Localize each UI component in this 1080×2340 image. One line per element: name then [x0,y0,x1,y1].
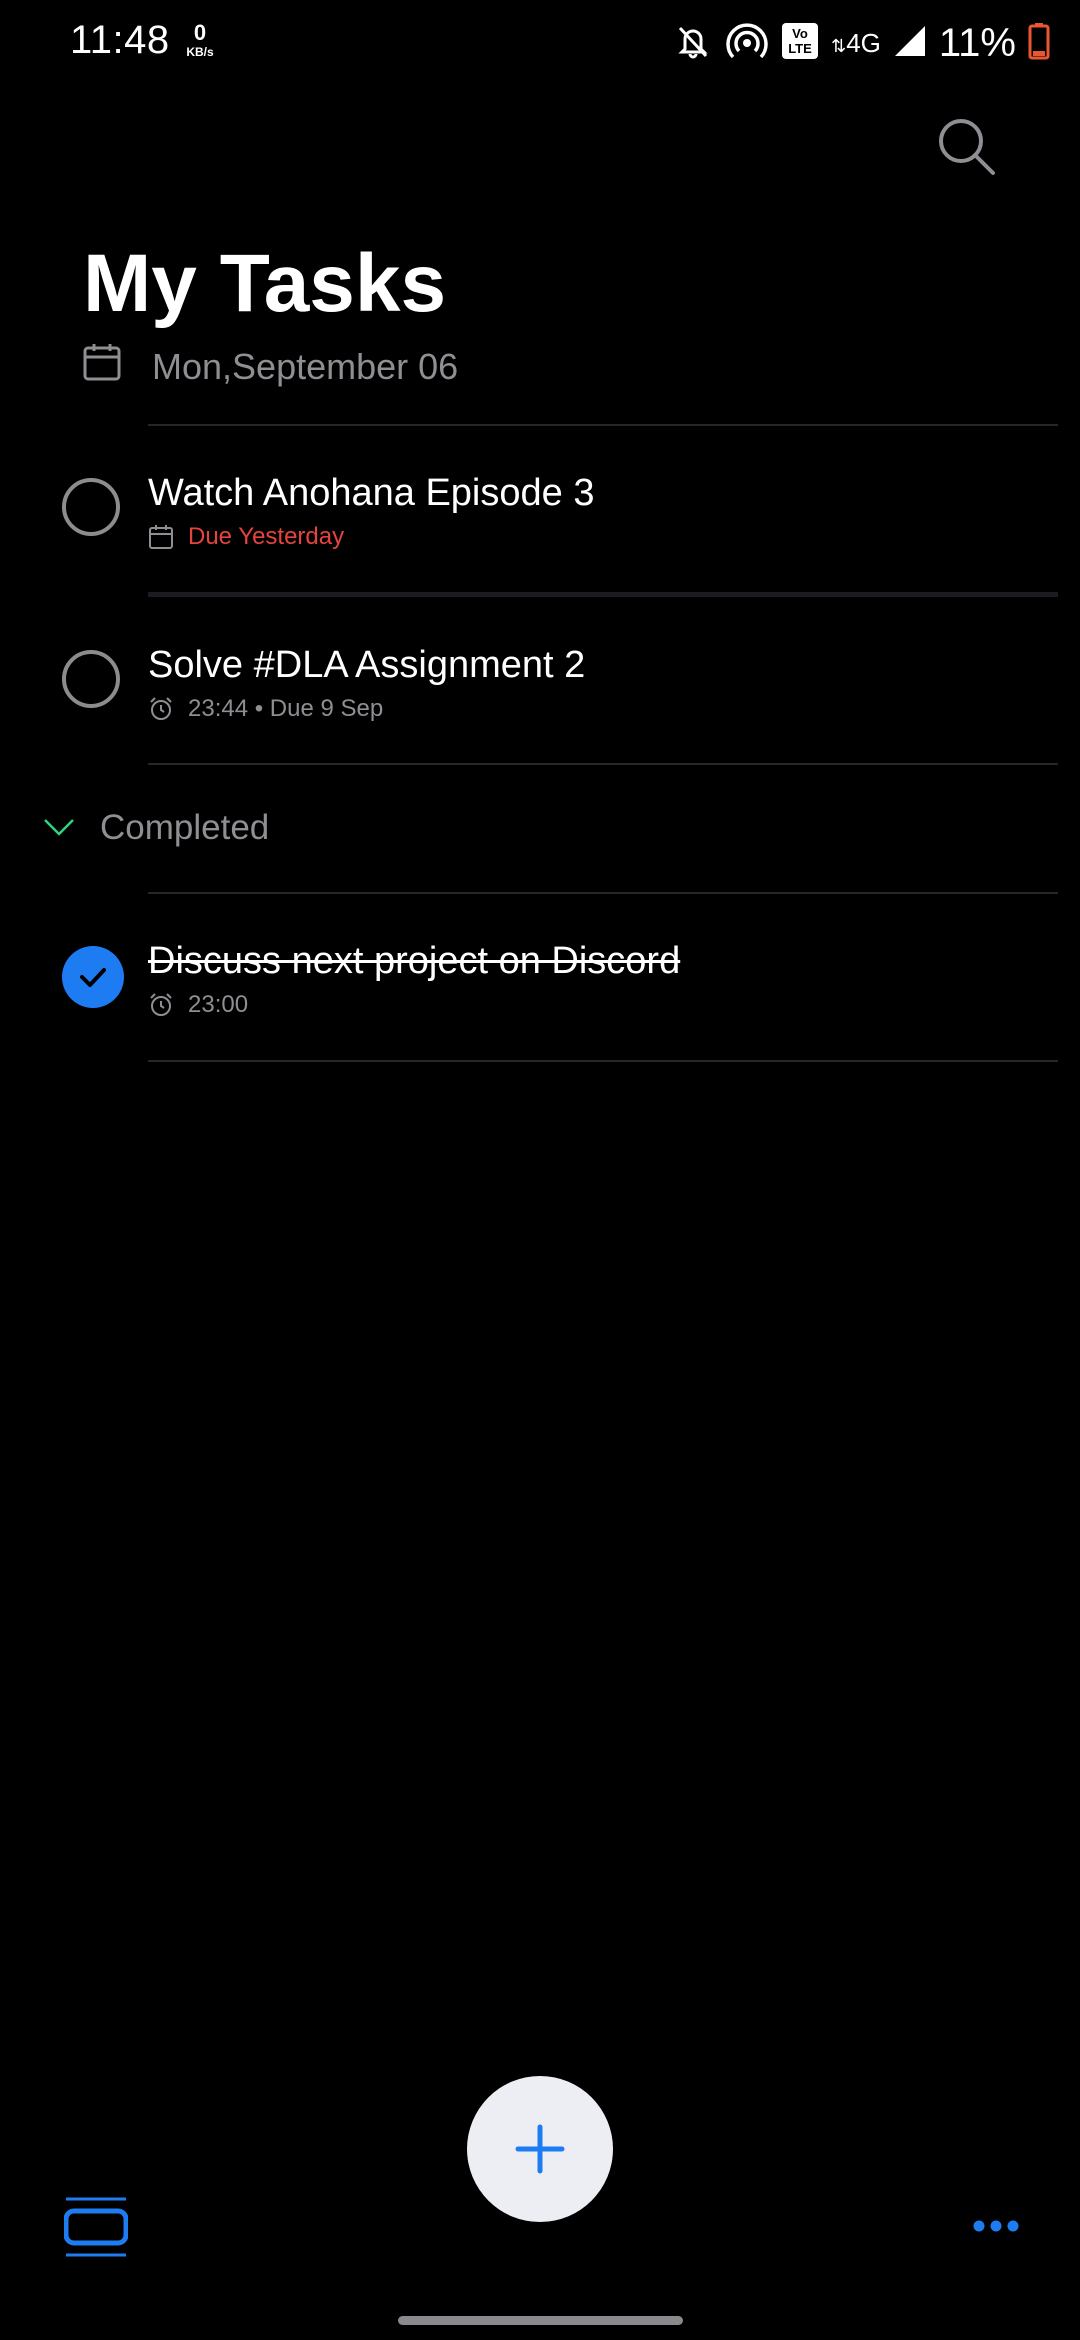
task-lists-button[interactable] [63,2196,129,2263]
network-type: ⇅4G [831,27,881,58]
status-bar: 11:48 0 KB/s Vo LTE ⇅4G 11% [0,0,1080,90]
svg-text:LTE: LTE [788,41,812,56]
checkmark-icon [80,968,106,987]
search-icon [939,119,995,175]
add-task-button[interactable] [467,2076,613,2222]
network-speed-value: 0 [193,20,207,45]
home-indicator[interactable] [398,2316,683,2325]
task-checkbox[interactable] [62,650,120,708]
hotspot-icon [725,21,769,66]
divider [148,592,1058,597]
battery-percent: 11% [938,20,1016,65]
status-time: 11:48 [70,18,170,62]
search-button[interactable] [930,110,1002,182]
battery-icon [1028,22,1050,65]
task-title: Watch Anohana Episode 3 [148,472,595,514]
completed-section-label: Completed [100,808,270,847]
chevron-down-icon [42,810,76,849]
plus-icon [515,2124,565,2174]
completed-task-item[interactable]: Discuss next project on Discord 23:00 [0,894,1080,1062]
task-due-info: 23:00 [148,988,248,1022]
task-due-info: 23:44 • Due 9 Sep [148,692,383,726]
task-item[interactable]: Watch Anohana Episode 3 Due Yesterday [0,428,1080,596]
task-due-info: Due Yesterday [148,520,344,554]
page-title: My Tasks [83,238,447,329]
current-date: Mon,September 06 [152,346,459,387]
data-activity-icon: ⇅ [831,35,847,56]
svg-text:Vo: Vo [792,26,808,41]
completed-section-toggle[interactable]: Completed [0,790,1080,870]
task-checkbox-checked[interactable] [62,946,124,1008]
task-title: Solve #DLA Assignment 2 [148,644,586,686]
status-icons: Vo LTE ⇅4G 11% [673,18,1050,68]
signal-icon [893,24,927,63]
task-due-text: 23:44 • Due 9 Sep [188,695,384,722]
network-speed: 0 KB/s [180,20,220,59]
task-checkbox[interactable] [62,478,120,536]
divider [148,424,1058,426]
divider [148,1060,1058,1062]
task-due-text: 23:00 [188,991,249,1018]
more-options-icon [973,2220,1019,2232]
alarm-icon [150,697,172,720]
volte-icon: Vo LTE [781,22,819,65]
task-due-text: Due Yesterday [188,523,345,550]
task-item[interactable]: Solve #DLA Assignment 2 23:44 • Due 9 Se… [0,598,1080,766]
more-options-button[interactable] [972,2218,1020,2239]
calendar-icon [149,525,173,549]
screen: 11:48 0 KB/s Vo LTE ⇅4G 11% My Tasks Mon… [0,0,1080,2340]
network-speed-unit: KB/s [186,45,214,59]
task-lists-icon [63,2197,129,2257]
divider [148,763,1058,765]
notifications-off-icon [673,21,713,66]
calendar-icon [83,342,121,387]
alarm-icon [150,993,172,1016]
task-title: Discuss next project on Discord [148,940,681,982]
